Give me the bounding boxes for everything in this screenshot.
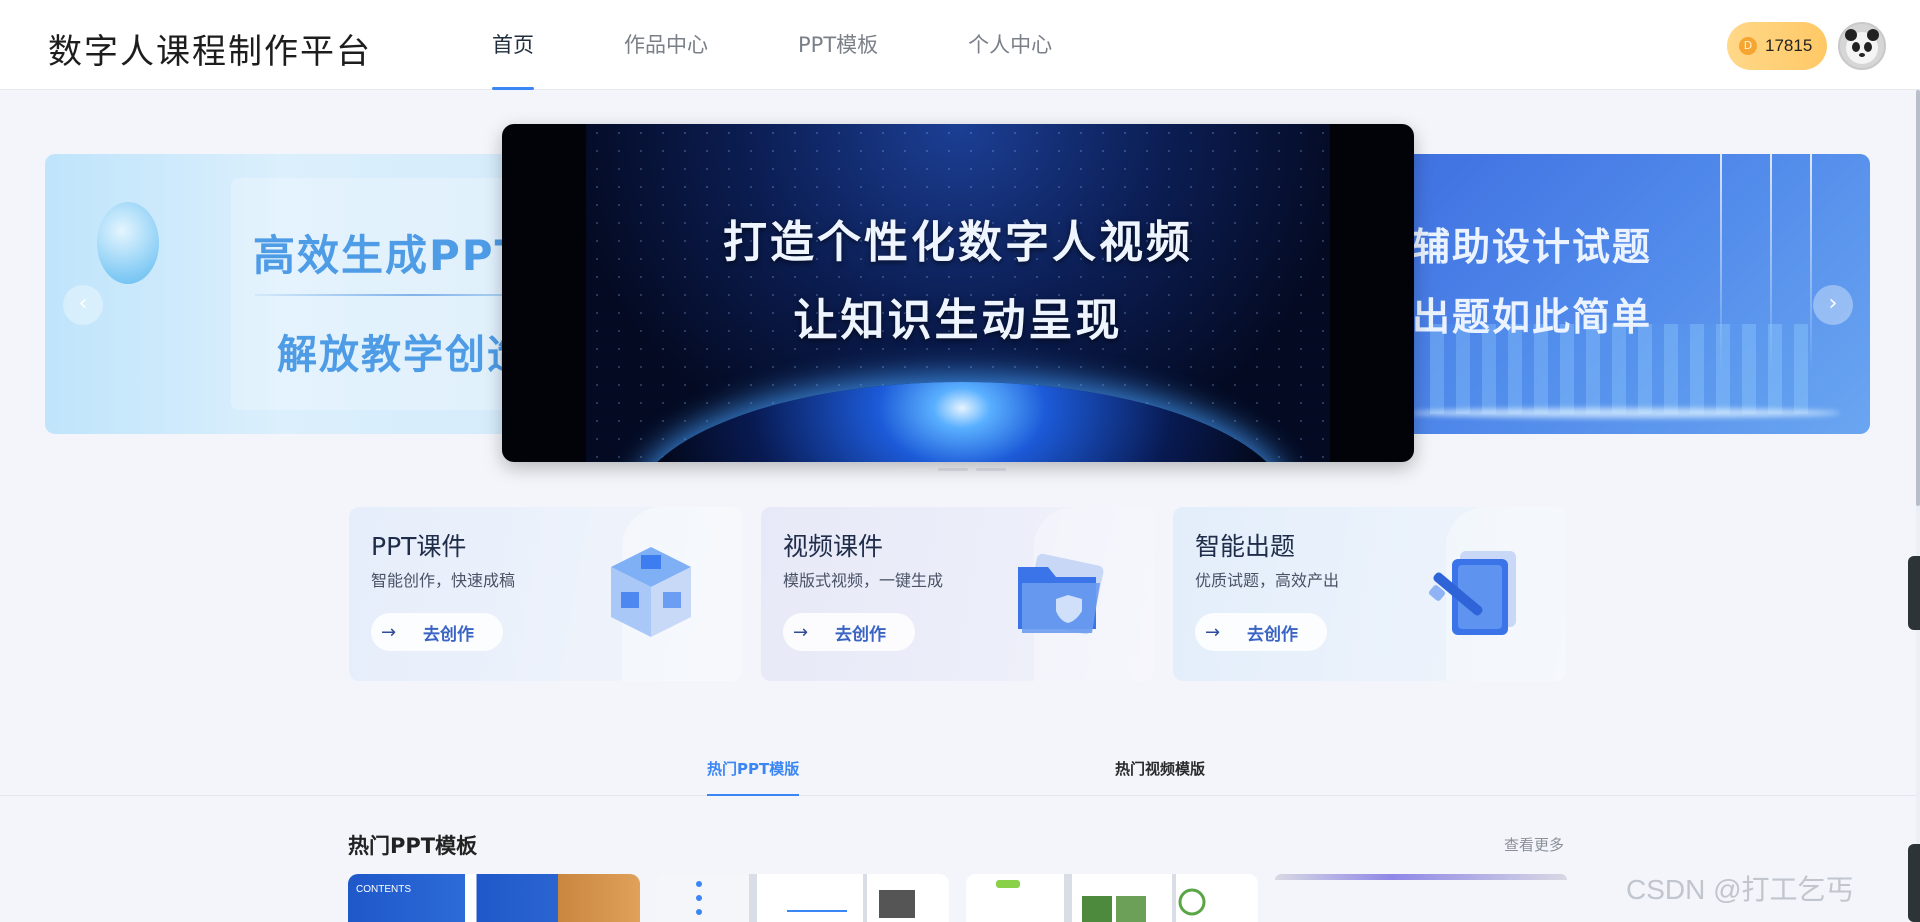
nav-home[interactable]: 首页 bbox=[492, 0, 534, 90]
slide-video-line1: 打造个性化数字人视频 bbox=[723, 217, 1193, 268]
carousel-dot[interactable] bbox=[900, 468, 930, 471]
card-title: 视频课件 bbox=[783, 532, 884, 561]
slide-quiz-line1: 辅助设计试题 bbox=[1412, 225, 1653, 269]
card-title: PPT课件 bbox=[371, 532, 467, 561]
thumbnail-preview bbox=[657, 874, 915, 922]
arrow-right-icon: → bbox=[793, 621, 809, 643]
carousel-slide-video[interactable]: 打造个性化数字人视频 让知识生动呈现 bbox=[502, 124, 1414, 462]
view-more-link[interactable]: 查看更多 bbox=[1504, 834, 1564, 855]
bubble-decoration bbox=[97, 202, 159, 284]
horizon-glow bbox=[1410, 408, 1840, 418]
slide-video-line2: 让知识生动呈现 bbox=[793, 295, 1123, 346]
slide-quiz-line2: 出题如此简单 bbox=[1412, 295, 1653, 339]
coin-balance[interactable]: D 17815 bbox=[1727, 22, 1827, 70]
top-header: 数字人课程制作平台 首页 作品中心 PPT模板 个人中心 D 17815 bbox=[0, 0, 1920, 90]
coin-value: 17815 bbox=[1765, 36, 1813, 55]
carousel-indicators bbox=[900, 468, 1006, 471]
slide-ppt-line2: 解放教学创造 bbox=[277, 332, 529, 378]
feature-card-video[interactable]: 视频课件 模版式视频，一键生成 → 去创作 bbox=[761, 507, 1154, 681]
panda-avatar-icon bbox=[1845, 29, 1879, 64]
pen-paper-icon bbox=[1429, 551, 1516, 635]
carousel-prev-button[interactable]: ‹ bbox=[63, 285, 103, 325]
section-title: 热门PPT模板 bbox=[348, 834, 478, 858]
side-floating-widget[interactable] bbox=[1908, 844, 1920, 922]
tab-hot-video[interactable]: 热门视频模版 bbox=[1115, 758, 1205, 796]
carousel-slide-quiz[interactable]: 辅助设计试题 出题如此简单 bbox=[1390, 154, 1870, 434]
card-subtitle: 模版式视频，一键生成 bbox=[783, 571, 944, 590]
carousel-slide-ppt[interactable]: 高效生成PPT 解放教学创造 bbox=[45, 154, 565, 434]
thumbnail-preview bbox=[996, 874, 1206, 922]
folder-icon bbox=[1018, 553, 1104, 635]
template-thumbnail[interactable] bbox=[966, 874, 1258, 922]
side-floating-widget[interactable] bbox=[1908, 556, 1920, 630]
create-quiz-button[interactable]: → 去创作 bbox=[1195, 613, 1327, 651]
slide-ppt-line1: 高效生成PPT bbox=[253, 231, 526, 280]
thumbnail-text: CONTENTS bbox=[356, 884, 411, 895]
button-label: 去创作 bbox=[1247, 624, 1298, 645]
template-tabs: 热门PPT模版 热门视频模版 bbox=[0, 758, 1916, 796]
template-thumbnail[interactable] bbox=[657, 874, 949, 922]
nav-ppt-templates[interactable]: PPT模板 bbox=[798, 0, 878, 90]
watermark: CSDN @打工乞丐 bbox=[1626, 874, 1854, 905]
arrow-right-icon: → bbox=[381, 621, 397, 643]
arrow-right-icon: → bbox=[1205, 621, 1221, 643]
carousel-dot[interactable] bbox=[976, 468, 1006, 471]
button-label: 去创作 bbox=[423, 624, 474, 645]
create-ppt-button[interactable]: → 去创作 bbox=[371, 613, 503, 651]
app-logo-title[interactable]: 数字人课程制作平台 bbox=[48, 24, 372, 73]
card-subtitle: 智能创作，快速成稿 bbox=[371, 571, 516, 590]
nav-works[interactable]: 作品中心 bbox=[624, 0, 708, 90]
card-title: 智能出题 bbox=[1195, 532, 1296, 561]
main-nav: 首页 作品中心 PPT模板 个人中心 bbox=[492, 0, 1142, 90]
cube-icon bbox=[611, 547, 691, 637]
create-video-button[interactable]: → 去创作 bbox=[783, 613, 915, 651]
light-beam bbox=[1810, 154, 1812, 374]
feature-card-ppt[interactable]: PPT课件 智能创作，快速成稿 → 去创作 bbox=[349, 507, 742, 681]
template-thumbnail[interactable]: CONTENTS bbox=[348, 874, 640, 922]
carousel-next-button[interactable]: › bbox=[1813, 285, 1853, 325]
user-avatar[interactable] bbox=[1838, 22, 1886, 70]
scrollbar-thumb[interactable] bbox=[1916, 90, 1920, 506]
carousel-dot[interactable] bbox=[938, 468, 968, 471]
nav-personal-center[interactable]: 个人中心 bbox=[968, 0, 1052, 90]
coin-icon: D bbox=[1739, 37, 1757, 55]
button-label: 去创作 bbox=[835, 624, 886, 645]
feature-card-quiz[interactable]: 智能出题 优质试题，高效产出 → 去创作 bbox=[1173, 507, 1566, 681]
template-thumbnail[interactable] bbox=[1275, 874, 1567, 880]
card-subtitle: 优质试题，高效产出 bbox=[1195, 571, 1340, 590]
tab-hot-ppt[interactable]: 热门PPT模版 bbox=[707, 758, 800, 796]
